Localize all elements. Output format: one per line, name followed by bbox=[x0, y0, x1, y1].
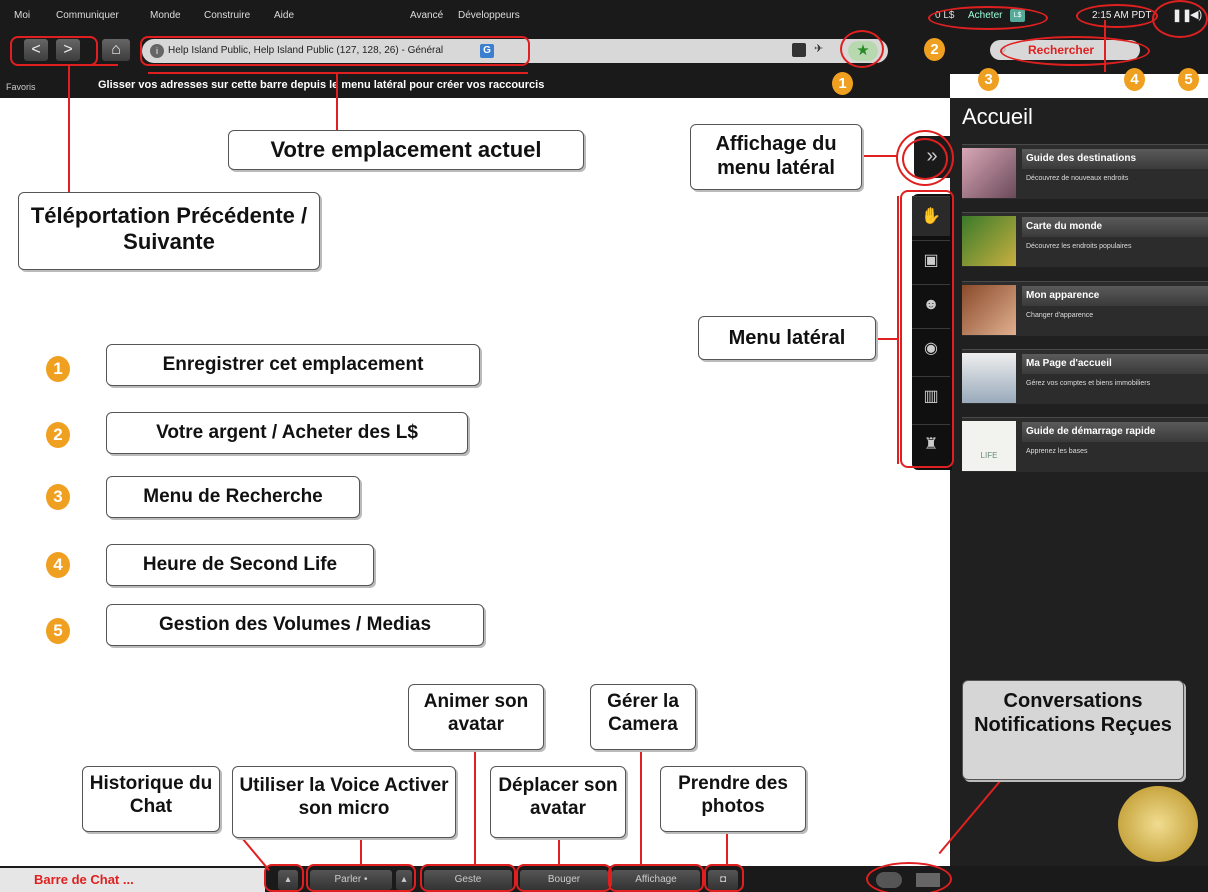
annotation-mark bbox=[704, 864, 744, 892]
callout-photos: Prendre des photos bbox=[660, 766, 806, 832]
menu-developpeurs[interactable]: Développeurs bbox=[458, 10, 520, 21]
menu-aide[interactable]: Aide bbox=[274, 10, 294, 21]
annotation-mark bbox=[608, 864, 704, 892]
legend-badge-5: 5 bbox=[46, 618, 70, 644]
card-title: Guide de démarrage rapide bbox=[1022, 422, 1208, 442]
home-button[interactable]: ⌂ bbox=[102, 39, 130, 61]
destinations-thumbnail bbox=[962, 148, 1016, 198]
annotation-mark bbox=[862, 155, 898, 157]
fly-disabled-icon: ✈ bbox=[814, 43, 824, 55]
seal-logo bbox=[1118, 786, 1198, 862]
card-destinations[interactable]: Guide des destinations Découvrez de nouv… bbox=[962, 144, 1208, 199]
menu-monde[interactable]: Monde bbox=[150, 10, 181, 21]
chat-placeholder: Barre de Chat ... bbox=[34, 872, 134, 887]
card-desc: Découvrez de nouveaux endroits bbox=[1026, 175, 1129, 182]
callout-voice: Utiliser la Voice Activer son micro bbox=[232, 766, 456, 838]
annotation-mark bbox=[897, 196, 899, 464]
card-title: Mon apparence bbox=[1022, 286, 1208, 306]
favorites-hint: Glisser vos adresses sur cette barre dep… bbox=[98, 79, 545, 91]
legend-badge-4: 4 bbox=[46, 552, 70, 578]
legend-item-4: Heure de Second Life bbox=[106, 544, 374, 586]
legend-item-2: Votre argent / Acheter des L$ bbox=[106, 412, 468, 454]
annotation-mark bbox=[726, 832, 728, 866]
badge-3: 3 bbox=[978, 68, 999, 91]
legend-item-5: Gestion des Volumes / Medias bbox=[106, 604, 484, 646]
callout-location: Votre emplacement actuel bbox=[228, 130, 584, 170]
annotation-mark bbox=[336, 72, 338, 130]
card-desc: Changer d'apparence bbox=[1026, 312, 1094, 319]
annotation-mark bbox=[1000, 36, 1150, 66]
annotation-mark bbox=[900, 190, 954, 468]
callout-camera: Gérer la Camera bbox=[590, 684, 696, 750]
annotation-mark bbox=[928, 6, 1048, 30]
callout-teleport: Téléportation Précédente / Suivante bbox=[18, 192, 320, 270]
callout-sidebar-menu: Menu latéral bbox=[698, 316, 876, 360]
chat-bar[interactable]: Barre de Chat ... bbox=[0, 868, 265, 892]
card-world-map[interactable]: Carte du monde Découvrez les endroits po… bbox=[962, 212, 1208, 267]
card-desc: Gérez vos comptes et biens immobiliers bbox=[1026, 380, 1151, 387]
annotation-mark bbox=[306, 864, 416, 892]
menu-moi[interactable]: Moi bbox=[14, 10, 30, 21]
card-title: Guide des destinations bbox=[1022, 149, 1208, 169]
annotation-mark bbox=[264, 864, 304, 892]
home-icon: ⌂ bbox=[111, 41, 121, 58]
callout-move: Déplacer son avatar bbox=[490, 766, 626, 838]
menu-construire[interactable]: Construire bbox=[204, 10, 250, 21]
annotation-mark bbox=[902, 138, 948, 180]
card-title: Carte du monde bbox=[1022, 217, 1208, 237]
card-desc: Découvrez les endroits populaires bbox=[1026, 243, 1132, 250]
annotation-mark bbox=[516, 864, 612, 892]
legend-badge-2: 2 bbox=[46, 422, 70, 448]
annotation-mark bbox=[1152, 0, 1208, 38]
annotation-mark bbox=[840, 30, 884, 68]
annotation-mark bbox=[68, 64, 70, 192]
annotation-mark bbox=[876, 338, 898, 340]
card-quickstart[interactable]: LIFE Guide de démarrage rapide Apprenez … bbox=[962, 417, 1208, 472]
callout-sidebar-toggle: Affichage du menu latéral bbox=[690, 124, 862, 190]
annotation-mark bbox=[866, 862, 952, 892]
callout-history: Historique du Chat bbox=[82, 766, 220, 832]
sidebar-title: Accueil bbox=[962, 104, 1033, 129]
menu-communiquer[interactable]: Communiquer bbox=[56, 10, 119, 21]
badge-1: 1 bbox=[832, 72, 853, 95]
second-life-logo: LIFE bbox=[962, 421, 1016, 471]
card-homepage[interactable]: Ma Page d'accueil Gérez vos comptes et b… bbox=[962, 349, 1208, 404]
legend-item-1: Enregistrer cet emplacement bbox=[106, 344, 480, 386]
callout-animate: Animer son avatar bbox=[408, 684, 544, 750]
annotation-mark bbox=[474, 750, 476, 866]
annotation-mark bbox=[1076, 4, 1158, 28]
legend-badge-1: 1 bbox=[46, 356, 70, 382]
card-appearance[interactable]: Mon apparence Changer d'apparence bbox=[962, 281, 1208, 336]
build-disabled-icon bbox=[792, 43, 806, 57]
annotation-mark bbox=[640, 750, 642, 866]
annotation-mark bbox=[10, 36, 98, 66]
annotation-mark bbox=[558, 838, 560, 866]
callout-conversations: Conversations Notifications Reçues bbox=[962, 680, 1184, 780]
homepage-thumbnail bbox=[962, 353, 1016, 403]
card-title: Ma Page d'accueil bbox=[1022, 354, 1208, 374]
favorites-label: Favoris bbox=[6, 82, 36, 92]
annotation-mark bbox=[140, 36, 530, 66]
legend-badge-3: 3 bbox=[46, 484, 70, 510]
card-desc: Apprenez les bases bbox=[1026, 448, 1088, 455]
annotation-mark bbox=[360, 838, 362, 866]
badge-4: 4 bbox=[1124, 68, 1145, 91]
badge-5: 5 bbox=[1178, 68, 1199, 91]
legend-item-3: Menu de Recherche bbox=[106, 476, 360, 518]
annotation-mark bbox=[148, 72, 528, 74]
world-map-thumbnail bbox=[962, 216, 1016, 266]
annotation-mark bbox=[420, 864, 516, 892]
badge-2: 2 bbox=[924, 38, 945, 61]
appearance-thumbnail bbox=[962, 285, 1016, 335]
menu-avance[interactable]: Avancé bbox=[410, 10, 443, 21]
